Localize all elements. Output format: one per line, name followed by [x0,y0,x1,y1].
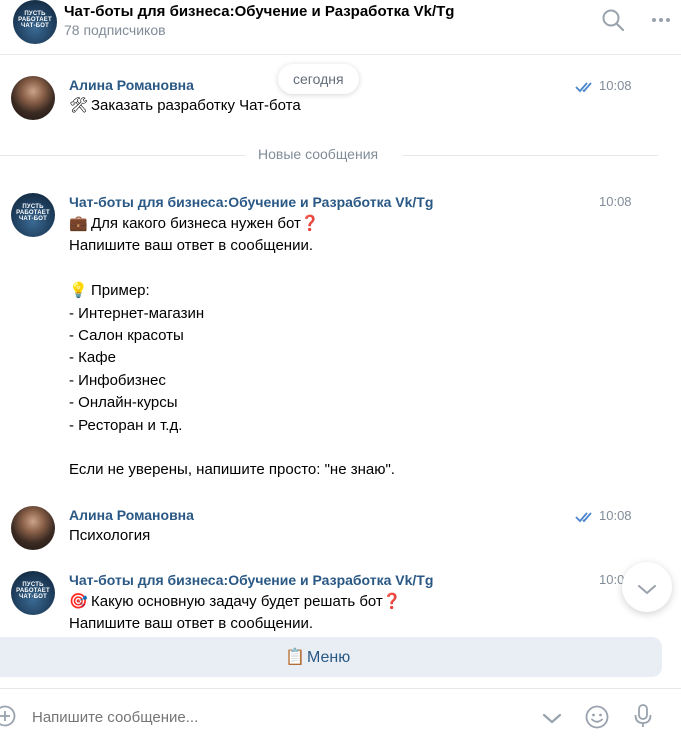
target-icon: 🎯 [69,593,88,610]
message-text: 🛠 Заказать разработку Чат-бота [69,95,301,117]
message-sender[interactable]: Чат-боты для бизнеса:Обучение и Разработ… [69,194,433,210]
keyboard-menu-button[interactable]: 📋 Меню [0,637,662,677]
double-check-icon [575,510,597,528]
double-check-icon [575,80,597,98]
menu-label: Меню [307,649,351,666]
message-composer [0,688,681,742]
avatar[interactable]: ПУСТЬ РАБОТАЕТ ЧАТ-БОТ [11,193,55,237]
attach-icon[interactable] [0,705,16,732]
message-line: 🛠 Заказать разработку Чат-бота [69,95,301,117]
avatar[interactable] [11,506,55,550]
subscriber-count: 78 подписчиков [64,22,166,38]
more-icon[interactable] [651,10,671,35]
message-line: 💡 Пример: [69,280,395,302]
message-line: - Онлайн-курсы [69,394,178,412]
message-line: - Ресторан и т.д. [69,416,183,434]
microphone-icon[interactable] [633,703,653,734]
message-time: 10:08 [599,194,632,209]
new-messages-label: Новые сообщения [258,146,379,162]
message-line: - Интернет-магазин [69,304,205,322]
message-text: 💼 Для какого бизнеса нужен бот❓ Напишите … [69,213,395,482]
smile-icon[interactable] [585,705,609,734]
tools-icon: 🛠 [69,97,89,114]
chat-header: ПУСТЬ РАБОТАЕТ ЧАТ-БОТ Чат-боты для бизн… [0,0,681,55]
message-line [69,258,395,280]
message-time: 10:08 [599,508,632,523]
new-messages-divider: Новые сообщения [0,146,660,164]
chevron-down-icon[interactable] [542,712,562,730]
avatar[interactable] [11,76,55,120]
group-avatar[interactable]: ПУСТЬ РАБОТАЕТ ЧАТ-БОТ [13,0,57,44]
chat-title[interactable]: Чат-боты для бизнеса:Обучение и Разработ… [64,3,454,20]
divider-line [0,155,246,156]
briefcase-icon: 💼 [69,215,88,232]
avatar[interactable]: ПУСТЬ РАБОТАЕТ ЧАТ-БОТ [11,571,55,615]
message-text: Психология [69,525,150,547]
message-line [69,437,395,459]
chevron-down-icon [638,582,656,600]
message-line: - Кафе [69,349,116,367]
message-time: 10:08 [599,78,632,93]
message-sender[interactable]: Алина Романовна [69,507,194,523]
clipboard-icon: 📋 [285,649,305,666]
message-line: Напишите ваш ответ в сообщении. [69,237,314,255]
message-sender[interactable]: Алина Романовна [69,77,194,93]
message-line: - Салон красоты [69,326,184,344]
message-line: 🎯 Какую основную задачу будет решать бот❓ [69,591,401,613]
message-time: 10:0 [599,572,625,587]
lightbulb-icon: 💡 [69,282,88,300]
search-icon[interactable] [601,8,625,37]
message-line: 💼 Для какого бизнеса нужен бот❓ [69,213,395,235]
message-line: - Инфобизнес [69,371,166,389]
message-line: Напишите ваш ответ в сообщении. [69,615,314,633]
group-avatar-text: ПУСТЬ РАБОТАЕТ ЧАТ-БОТ [18,11,52,29]
message-text: 🎯 Какую основную задачу будет решать бот❓… [69,591,401,637]
group-avatar-text: ПУСТЬ РАБОТАЕТ ЧАТ-БОТ [16,204,50,222]
divider-line [402,155,658,156]
message-input[interactable] [30,701,534,733]
message-line: Психология [69,527,151,544]
message-sender[interactable]: Чат-боты для бизнеса:Обучение и Разработ… [69,572,433,588]
scroll-down-button[interactable] [622,562,672,612]
date-badge: сегодня [278,64,359,94]
message-line: Если не уверены, напишите просто: "не зн… [69,461,395,479]
group-avatar-text: ПУСТЬ РАБОТАЕТ ЧАТ-БОТ [16,582,50,600]
